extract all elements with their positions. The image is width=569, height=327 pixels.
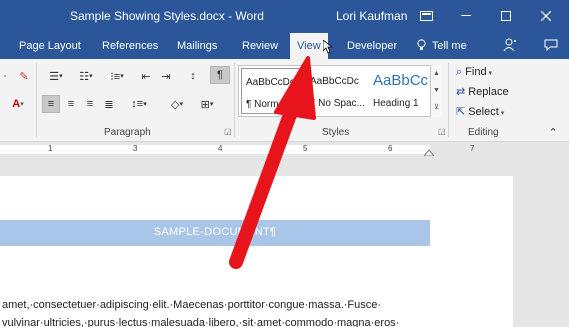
maximize-icon[interactable]: [492, 4, 520, 28]
style-sample: AaBbCcDc: [246, 77, 295, 88]
decrease-indent-icon[interactable]: ⇤: [138, 67, 154, 85]
style-name: ¶ No Spac...: [310, 98, 365, 109]
font-color-icon[interactable]: A ▾: [6, 95, 30, 113]
collapse-ribbon-icon[interactable]: ⌃: [546, 123, 560, 141]
tell-me-label: Tell me: [431, 40, 467, 52]
body-text-line[interactable]: amet,·consectetuer·adipiscing·elit.·Maec…: [2, 299, 381, 311]
style-name: ¶ Normal: [246, 99, 287, 110]
close-icon[interactable]: [532, 4, 560, 28]
ruler-number: 6: [388, 144, 393, 153]
styles-gallery: AaBbCcDc ¶ Normal AaBbCcDc ¶ No Spac... …: [238, 65, 442, 117]
align-right-icon[interactable]: ≡: [82, 95, 98, 113]
lightbulb-icon: [417, 39, 432, 52]
document-area: SAMPLE-DOCUMENT¶ amet,·consectetuer·adip…: [0, 156, 569, 327]
document-page[interactable]: SAMPLE-DOCUMENT¶ amet,·consectetuer·adip…: [0, 176, 513, 327]
line-spacing-icon[interactable]: ↕≡ ▾: [126, 95, 152, 113]
ruler-number: 1: [48, 144, 53, 153]
sort-icon[interactable]: ↕: [184, 67, 202, 85]
ruler-number: 5: [303, 144, 308, 153]
tab-view[interactable]: View: [290, 33, 328, 59]
more-styles-icon[interactable]: ⊻: [431, 99, 442, 116]
style-sample: AaBbCcDc: [310, 76, 359, 87]
tab-references[interactable]: References: [95, 33, 165, 59]
style-name: Heading 1: [373, 98, 419, 109]
tab-page-layout[interactable]: Page Layout: [12, 33, 88, 59]
comments-icon[interactable]: [537, 33, 565, 59]
paragraph-dialog-launcher-icon[interactable]: ◲: [224, 127, 232, 136]
search-icon: ⌕: [456, 66, 463, 78]
style-no-spacing[interactable]: AaBbCcDc ¶ No Spac...: [306, 68, 370, 114]
tell-me-box[interactable]: Tell me: [410, 33, 474, 59]
style-normal[interactable]: AaBbCcDc ¶ Normal: [241, 68, 305, 114]
select-cursor-icon: ⇱: [456, 106, 466, 118]
replace-icon: ⇄: [456, 86, 466, 98]
styles-group-label: Styles: [322, 127, 350, 138]
horizontal-ruler[interactable]: 1 3 4 5 6 7: [0, 142, 569, 156]
style-heading-1[interactable]: AaBbCc Heading 1: [369, 68, 433, 114]
chevron-down-icon[interactable]: ▼: [431, 82, 442, 99]
editing-group-label: Editing: [468, 127, 499, 138]
word-window: Sample Showing Styles.docx - Word Lori K…: [0, 0, 569, 327]
shading-icon[interactable]: ◇ ▾: [164, 95, 190, 113]
clear-formatting-icon[interactable]: ✎: [16, 67, 32, 85]
replace-label: Replace: [468, 86, 509, 98]
ruler-band: [0, 145, 430, 154]
increase-indent-icon[interactable]: ⇥: [158, 67, 174, 85]
group-separator: [36, 63, 37, 137]
borders-icon[interactable]: ⊞ ▾: [194, 95, 220, 113]
chevron-up-icon[interactable]: ▲: [431, 65, 442, 82]
select-button[interactable]: ⇱ Select ▾: [456, 105, 504, 118]
styles-gallery-scroll[interactable]: ▲ ▼ ⊻: [430, 65, 442, 117]
ribbon-display-options-icon[interactable]: [412, 4, 440, 28]
user-name[interactable]: Lori Kaufman: [336, 9, 407, 23]
title-bar: Sample Showing Styles.docx - Word Lori K…: [0, 0, 569, 33]
multilevel-list-icon[interactable]: ⁝≡ ▾: [102, 67, 132, 85]
ruler-number: 4: [218, 144, 223, 153]
person-share-icon[interactable]: [496, 33, 524, 59]
font-group-partial: ·: [3, 70, 7, 82]
align-left-icon[interactable]: ≡: [42, 95, 60, 113]
tab-mailings[interactable]: Mailings: [170, 33, 224, 59]
styles-dialog-launcher-icon[interactable]: ◲: [438, 127, 446, 136]
numbering-icon[interactable]: ☷ ▾: [72, 67, 100, 85]
body-text-line[interactable]: vulvinar·ultricies,·purus·lectus·malesua…: [2, 317, 399, 327]
minimize-icon[interactable]: [452, 4, 480, 28]
ruler-number: 3: [133, 144, 138, 153]
replace-button[interactable]: ⇄ Replace: [456, 85, 509, 98]
tab-review[interactable]: Review: [235, 33, 285, 59]
mouse-pointer-icon: [323, 40, 333, 54]
group-separator: [448, 63, 449, 137]
ribbon: · ✎ A ▾ ☰ ▾ ☷ ▾ ⁝≡ ▾ ⇤ ⇥ ↕ ¶ ≡ ≡ ≡ ≣ ↕≡ ▾ ◇ ▾ …: [0, 59, 569, 142]
select-label: Select: [468, 106, 499, 118]
paragraph-group-label: Paragraph: [104, 127, 151, 138]
justify-icon[interactable]: ≣: [101, 95, 117, 113]
style-sample: AaBbCc: [373, 72, 429, 89]
right-indent-marker-icon[interactable]: [424, 148, 434, 156]
ribbon-tabs: Page Layout References Mailings Review V…: [0, 33, 569, 59]
show-formatting-marks-icon[interactable]: ¶: [210, 66, 230, 84]
bullets-icon[interactable]: ☰ ▾: [42, 67, 70, 85]
document-title-band: SAMPLE-DOCUMENT¶: [0, 220, 430, 246]
tab-developer[interactable]: Developer: [340, 33, 404, 59]
find-button[interactable]: ⌕ Find ▾: [456, 66, 492, 79]
document-heading[interactable]: SAMPLE-DOCUMENT¶: [0, 226, 430, 238]
ruler-number: 7: [470, 144, 475, 153]
document-title: Sample Showing Styles.docx - Word: [70, 9, 264, 23]
align-center-icon[interactable]: ≡: [63, 95, 79, 113]
find-label: Find: [465, 66, 487, 78]
group-separator: [234, 63, 235, 137]
